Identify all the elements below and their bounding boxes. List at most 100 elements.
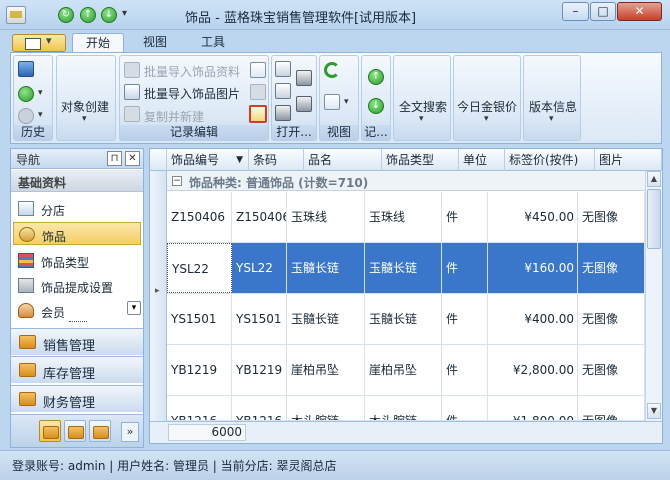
cell-image[interactable]: 无图像: [578, 345, 645, 395]
page-setup-icon[interactable]: [275, 83, 291, 99]
gold-price-button[interactable]: 今日金银价: [457, 98, 517, 115]
cell-image[interactable]: 无图像: [578, 396, 645, 420]
printer-icon[interactable]: [296, 70, 312, 86]
import-info-button[interactable]: 批量导入饰品资料: [144, 63, 240, 80]
nav-footer-sales-button[interactable]: [39, 420, 61, 442]
forward-icon[interactable]: [18, 108, 34, 124]
nav-scroll-down-icon[interactable]: ▾: [127, 301, 141, 315]
cell-price[interactable]: ¥400.00: [488, 294, 578, 344]
forward-dropdown-icon[interactable]: ▾: [38, 110, 43, 120]
vertical-scrollbar[interactable]: ▲ ▼: [645, 171, 662, 421]
print-preview-icon[interactable]: [275, 61, 291, 77]
cell-unit[interactable]: 件: [442, 345, 488, 395]
layout-icon[interactable]: [324, 94, 340, 110]
splitter-grip[interactable]: [69, 321, 87, 325]
back-dropdown-icon[interactable]: ▾: [38, 88, 43, 98]
ribbon-group-version[interactable]: 版本信息 ▾: [523, 55, 581, 141]
cell-barcode[interactable]: YSL22: [232, 243, 287, 293]
cell-barcode[interactable]: YS1501: [232, 294, 287, 344]
nav-configure-button[interactable]: »: [121, 422, 139, 442]
copy-new-button[interactable]: 复制并新建: [144, 108, 204, 125]
quick-print-icon[interactable]: [296, 96, 312, 112]
new-record-icon[interactable]: [249, 105, 267, 123]
cell-name[interactable]: 玉髓长链: [287, 294, 365, 344]
cell-code[interactable]: YB1219: [167, 345, 232, 395]
column-header-barcode[interactable]: 条码: [249, 149, 304, 171]
cell-type[interactable]: 玉髓长链: [365, 294, 442, 344]
refresh-icon[interactable]: ↻: [58, 7, 74, 23]
table-row[interactable]: YB1219 YB1219 崖柏吊坠 崖柏吊坠 件 ¥2,800.00 无图像: [167, 345, 645, 396]
nav-item-jewelry[interactable]: 饰品: [13, 222, 141, 245]
column-header-type[interactable]: 饰品类型: [382, 149, 459, 171]
nav-item-store[interactable]: 分店: [13, 197, 141, 220]
layout-dropdown-icon[interactable]: ▾: [344, 97, 349, 107]
table-row[interactable]: YB1216 YB1216 木头腕链 木头腕链 件 ¥1,800.00 无图像: [167, 396, 645, 421]
print-icon[interactable]: [275, 105, 291, 121]
import-images-button[interactable]: 批量导入饰品图片: [144, 85, 240, 102]
cell-type[interactable]: 玉髓长链: [365, 243, 442, 293]
scroll-down-icon[interactable]: ▼: [647, 403, 661, 419]
table-row[interactable]: Z150406 Z150406 玉珠线 玉珠线 件 ¥450.00 无图像: [167, 192, 645, 243]
cell-unit[interactable]: 件: [442, 396, 488, 420]
version-info-button[interactable]: 版本信息: [529, 98, 577, 115]
gold-price-dropdown-icon[interactable]: ▾: [484, 114, 489, 124]
column-header-code[interactable]: 饰品编号 ▼: [167, 149, 249, 171]
paste-icon[interactable]: [250, 84, 266, 100]
app-menu-button[interactable]: [12, 34, 66, 52]
nav-item-member[interactable]: 会员: [13, 299, 141, 322]
home-icon[interactable]: [18, 61, 34, 77]
minimize-button[interactable]: –: [562, 2, 589, 21]
cell-unit[interactable]: 件: [442, 192, 488, 242]
pin-icon[interactable]: ⊓: [107, 151, 122, 166]
cell-price[interactable]: ¥450.00: [488, 192, 578, 242]
nav-group-basic[interactable]: 基础资料: [11, 170, 143, 192]
column-header-price[interactable]: 标签价(按件): [505, 149, 595, 171]
nav-footer-finance-button[interactable]: [89, 420, 111, 442]
column-header-image[interactable]: 图片: [595, 149, 662, 171]
close-button[interactable]: ✕: [617, 2, 662, 21]
refresh-view-icon[interactable]: [324, 62, 340, 78]
nav-footer-inventory-button[interactable]: [64, 420, 86, 442]
nav-close-icon[interactable]: ✕: [125, 151, 140, 166]
object-create-button[interactable]: 对象创建: [61, 98, 109, 115]
cell-code[interactable]: YSL22: [167, 243, 232, 293]
cell-name[interactable]: 玉髓长链: [287, 243, 365, 293]
ribbon-group-gold-price[interactable]: 今日金银价 ▾: [453, 55, 521, 141]
cell-image[interactable]: 无图像: [578, 294, 645, 344]
cell-image[interactable]: 无图像: [578, 192, 645, 242]
quick-access-dropdown-icon[interactable]: ▾: [122, 8, 127, 19]
arrow-up-icon[interactable]: ↑: [80, 7, 96, 23]
cell-name[interactable]: 崖柏吊坠: [287, 345, 365, 395]
group-row[interactable]: − 饰品种类: 普通饰品 (计数=710): [167, 171, 645, 191]
app-icon[interactable]: [6, 6, 26, 24]
tab-view[interactable]: 视图: [130, 33, 180, 53]
header-corner[interactable]: [150, 149, 167, 171]
cell-code[interactable]: Z150406: [167, 192, 232, 242]
tab-tools[interactable]: 工具: [186, 33, 240, 53]
full-text-search-button[interactable]: 全文搜索: [399, 98, 447, 115]
object-create-dropdown-icon[interactable]: ▾: [82, 114, 87, 124]
cell-price[interactable]: ¥160.00: [488, 243, 578, 293]
maximize-button[interactable]: □: [590, 2, 616, 21]
next-record-icon[interactable]: ↓: [368, 98, 384, 114]
cell-barcode[interactable]: YB1219: [232, 345, 287, 395]
cell-price[interactable]: ¥2,800.00: [488, 345, 578, 395]
search-dropdown-icon[interactable]: ▾: [419, 114, 424, 124]
version-dropdown-icon[interactable]: ▾: [549, 114, 554, 124]
cell-code[interactable]: YS1501: [167, 294, 232, 344]
scroll-thumb[interactable]: [647, 189, 661, 249]
column-header-name[interactable]: 品名: [304, 149, 382, 171]
cell-barcode[interactable]: Z150406: [232, 192, 287, 242]
cell-price[interactable]: ¥1,800.00: [488, 396, 578, 420]
cell-barcode[interactable]: YB1216: [232, 396, 287, 420]
chart-icon[interactable]: [250, 62, 266, 78]
cell-name[interactable]: 玉珠线: [287, 192, 365, 242]
nav-item-jewelry-type[interactable]: 饰品类型: [13, 249, 141, 272]
cell-type[interactable]: 木头腕链: [365, 396, 442, 420]
cell-unit[interactable]: 件: [442, 294, 488, 344]
cell-type[interactable]: 玉珠线: [365, 192, 442, 242]
previous-record-icon[interactable]: ↑: [368, 69, 384, 85]
nav-group-finance[interactable]: 财务管理: [11, 385, 143, 412]
arrow-down-icon[interactable]: ↓: [101, 7, 117, 23]
table-row-selected[interactable]: YSL22 YSL22 玉髓长链 玉髓长链 件 ¥160.00 无图像: [167, 243, 645, 294]
